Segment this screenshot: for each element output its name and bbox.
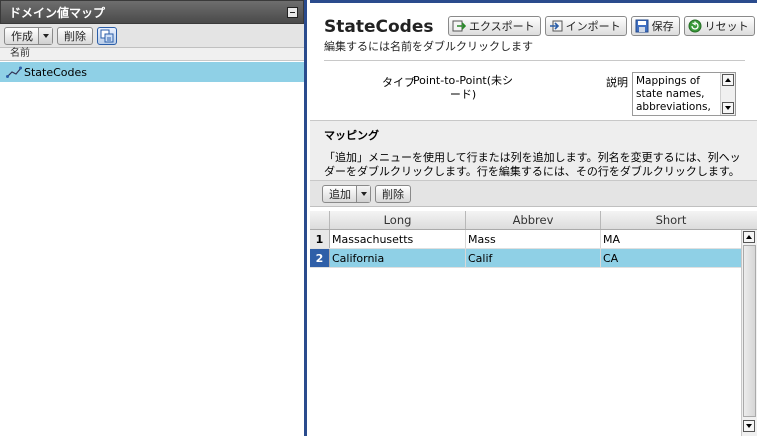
- add-button[interactable]: 追加: [322, 184, 371, 203]
- cell-short[interactable]: CA: [601, 249, 741, 267]
- export-button[interactable]: エクスポート: [448, 16, 541, 36]
- reset-label: リセット: [704, 20, 749, 33]
- scroll-down-icon[interactable]: [743, 420, 755, 432]
- map-properties: StateCodes 編集するには名前をダブルクリックします エクスポート イン…: [310, 3, 757, 121]
- list-item-label: StateCodes: [24, 65, 88, 79]
- save-button[interactable]: 保存: [630, 16, 680, 36]
- grid-header: Long Abbrev Short: [310, 211, 757, 230]
- panel-title: ドメイン値マップ: [9, 5, 106, 20]
- scroll-up-icon[interactable]: [743, 231, 755, 243]
- copy-icon: [100, 29, 114, 42]
- cell-long[interactable]: Massachusetts: [330, 230, 466, 248]
- mapping-section: マッピング 「追加」メニューを使用して行または列を追加します。列名を変更するには…: [310, 121, 757, 181]
- cell-abbrev[interactable]: Calif: [466, 249, 601, 267]
- action-toolbar: エクスポート インポート 保存 リセット: [448, 16, 755, 36]
- save-label: 保存: [651, 20, 674, 33]
- mapping-title: マッピング: [324, 129, 379, 142]
- table-row[interactable]: 2 California Calif CA: [310, 249, 741, 268]
- delete-row-label: 削除: [382, 187, 404, 201]
- delete-map-label: 削除: [64, 29, 86, 43]
- description-field[interactable]: Mappings of state names, abbreviations,: [632, 72, 736, 116]
- cell-abbrev[interactable]: Mass: [466, 230, 601, 248]
- save-icon: [635, 19, 649, 33]
- export-label: エクスポート: [469, 20, 535, 33]
- description-scrollbar[interactable]: [720, 73, 735, 115]
- grid-body: 1 Massachusetts Mass MA 2 California Cal…: [310, 230, 741, 436]
- cell-short[interactable]: MA: [601, 230, 741, 248]
- copy-button[interactable]: [97, 26, 117, 45]
- create-button-label: 作成: [11, 29, 33, 43]
- import-icon: [549, 20, 563, 32]
- scroll-down-icon[interactable]: [722, 102, 734, 114]
- row-number-header: [310, 211, 330, 229]
- panel-header: ドメイン値マップ: [0, 0, 304, 24]
- reset-button[interactable]: リセット: [683, 16, 755, 36]
- divider: [324, 60, 745, 61]
- mapping-instructions: 「追加」メニューを使用して行または列を追加します。列名を変更するには、列ヘッダー…: [324, 151, 741, 178]
- add-button-label: 追加: [329, 187, 351, 201]
- delete-row-button[interactable]: 削除: [375, 184, 411, 203]
- list-item-statecodes[interactable]: StateCodes: [0, 62, 304, 82]
- left-toolbar: 作成 削除: [0, 24, 304, 48]
- column-header-long[interactable]: Long: [330, 211, 466, 229]
- type-value: Point-to-Point(未シード): [412, 74, 514, 101]
- scroll-up-icon[interactable]: [722, 74, 734, 86]
- grid-scrollbar[interactable]: [741, 230, 757, 436]
- import-label: インポート: [565, 20, 621, 33]
- row-number: 1: [310, 230, 330, 248]
- collapse-icon[interactable]: [287, 6, 298, 18]
- description-text: Mappings of state names, abbreviations,: [636, 75, 711, 113]
- import-button[interactable]: インポート: [544, 16, 627, 36]
- map-icon: [6, 66, 22, 78]
- mapping-toolbar: 追加 削除: [310, 181, 757, 207]
- cell-long[interactable]: California: [330, 249, 466, 267]
- map-detail-panel: StateCodes 編集するには名前をダブルクリックします エクスポート イン…: [310, 0, 757, 436]
- description-label: 説明: [606, 76, 628, 89]
- reset-icon: [688, 19, 702, 33]
- row-number: 2: [310, 249, 330, 267]
- export-icon: [452, 20, 466, 32]
- name-column-header: 名前: [0, 48, 304, 61]
- column-header-abbrev[interactable]: Abbrev: [466, 211, 601, 229]
- rename-hint: 編集するには名前をダブルクリックします: [324, 40, 533, 53]
- mapping-grid: Long Abbrev Short 1 Massachusetts Mass M…: [310, 211, 757, 436]
- delete-map-button[interactable]: 削除: [57, 26, 93, 45]
- chevron-down-icon[interactable]: [38, 27, 52, 44]
- table-row[interactable]: 1 Massachusetts Mass MA: [310, 230, 741, 249]
- scroll-thumb[interactable]: [743, 245, 756, 417]
- domain-map-list: StateCodes: [0, 62, 304, 436]
- create-button[interactable]: 作成: [4, 26, 53, 45]
- domain-map-panel: ドメイン値マップ 作成 削除 名前 StateCodes: [0, 0, 307, 436]
- chevron-down-icon[interactable]: [356, 185, 370, 202]
- column-header-short[interactable]: Short: [601, 211, 741, 229]
